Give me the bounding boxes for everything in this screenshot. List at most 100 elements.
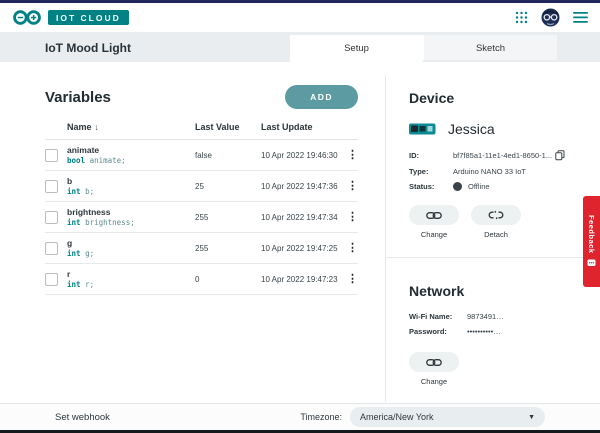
- variable-name: r: [67, 269, 195, 280]
- timezone-label: Timezone:: [300, 412, 342, 422]
- variables-heading: Variables: [45, 89, 111, 106]
- last-update: 10 Apr 2022 19:47:34: [261, 213, 345, 222]
- change-network-button[interactable]: [409, 352, 459, 372]
- user-avatar[interactable]: [541, 8, 560, 27]
- status-badge: Offline: [468, 182, 490, 191]
- main-content: Variables ADD Name↓ Last Value Last Upda…: [0, 62, 600, 402]
- copy-icon[interactable]: [555, 150, 565, 161]
- variable-declaration: r;: [85, 280, 94, 289]
- detach-device-button[interactable]: [471, 205, 521, 225]
- brand: IOT CLOUD: [12, 9, 129, 26]
- last-value: false: [195, 151, 261, 160]
- timezone-value: America/New York: [360, 412, 434, 422]
- wifi-name-value: 9873491…: [467, 312, 504, 321]
- horizontal-divider: [386, 257, 600, 258]
- last-update: 10 Apr 2022 19:47:25: [261, 244, 345, 253]
- device-name: Jessica: [448, 121, 495, 137]
- app-window: IOT CLOUD: [0, 0, 600, 433]
- password-label: Password:: [409, 327, 467, 336]
- variable-type: int: [67, 187, 81, 196]
- timezone-select[interactable]: America/New York ▼: [350, 407, 545, 427]
- table-header: Name↓ Last Value Last Update: [45, 122, 358, 140]
- table-row: animate bool animate; false 10 Apr 2022 …: [45, 140, 358, 171]
- feedback-comment-icon: [587, 259, 596, 268]
- device-id-value: bf7f85a1-11e1-4ed1-8650-1...: [453, 151, 552, 160]
- table-row: r int r; 0 10 Apr 2022 19:47:23 ⋮: [45, 264, 358, 295]
- thing-header: IoT Mood Light Setup Sketch: [0, 32, 600, 62]
- device-status-label: Status:: [409, 182, 453, 191]
- column-name[interactable]: Name: [67, 122, 92, 132]
- top-bar-actions: [515, 8, 588, 27]
- apps-grid-icon[interactable]: [515, 11, 528, 24]
- variable-name: b: [67, 176, 195, 187]
- last-value: 255: [195, 244, 261, 253]
- sort-down-icon: ↓: [95, 122, 99, 132]
- menu-icon[interactable]: [573, 12, 588, 23]
- caret-down-icon: ▼: [528, 414, 535, 421]
- iot-cloud-badge: IOT CLOUD: [48, 10, 129, 25]
- last-update: 10 Apr 2022 19:47:23: [261, 275, 345, 284]
- variable-declaration: animate;: [90, 156, 126, 165]
- link-icon: [426, 211, 442, 220]
- kebab-menu-icon[interactable]: ⋮: [345, 150, 358, 161]
- variable-type: int: [67, 249, 81, 258]
- row-checkbox[interactable]: [45, 242, 58, 255]
- row-checkbox[interactable]: [45, 180, 58, 193]
- detach-device-label: Detach: [484, 230, 508, 239]
- last-update: 10 Apr 2022 19:47:36: [261, 182, 345, 191]
- network-heading: Network: [409, 283, 585, 299]
- network-panel: Network Wi-Fi Name: 9873491… Password: •…: [409, 283, 585, 386]
- table-row: b int b; 25 10 Apr 2022 19:47:36 ⋮: [45, 171, 358, 202]
- link-icon: [426, 358, 442, 367]
- wifi-name-label: Wi-Fi Name:: [409, 312, 467, 321]
- variable-type: int: [67, 280, 81, 289]
- set-webhook-link[interactable]: Set webhook: [55, 412, 110, 423]
- device-id-label: ID:: [409, 151, 453, 160]
- arduino-logo-icon: [12, 9, 42, 26]
- variable-declaration: b;: [85, 187, 94, 196]
- device-heading: Device: [409, 90, 585, 106]
- board-icon: [409, 123, 436, 135]
- add-variable-button[interactable]: ADD: [285, 85, 358, 109]
- feedback-label: Feedback: [587, 215, 596, 254]
- row-checkbox[interactable]: [45, 149, 58, 162]
- kebab-menu-icon[interactable]: ⋮: [345, 212, 358, 223]
- kebab-menu-icon[interactable]: ⋮: [345, 181, 358, 192]
- broken-link-icon: [488, 210, 504, 220]
- tab-bar: Setup Sketch: [290, 35, 557, 62]
- last-value: 255: [195, 213, 261, 222]
- table-row: g int g; 255 10 Apr 2022 19:47:25 ⋮: [45, 233, 358, 264]
- tab-setup[interactable]: Setup: [290, 35, 423, 63]
- change-device-label: Change: [421, 230, 447, 239]
- last-value: 0: [195, 275, 261, 284]
- change-network-label: Change: [421, 377, 447, 386]
- row-checkbox[interactable]: [45, 211, 58, 224]
- kebab-menu-icon[interactable]: ⋮: [345, 274, 358, 285]
- password-value: ••••••••••…: [467, 327, 501, 336]
- column-last-update: Last Update: [261, 122, 345, 132]
- variable-name: g: [67, 238, 195, 249]
- status-offline-dot: [453, 182, 462, 191]
- device-type-label: Type:: [409, 167, 453, 176]
- variable-name: brightness: [67, 207, 195, 218]
- column-last-value: Last Value: [195, 122, 261, 132]
- variable-type: bool: [67, 156, 85, 165]
- tab-sketch[interactable]: Sketch: [423, 35, 557, 60]
- kebab-menu-icon[interactable]: ⋮: [345, 243, 358, 254]
- vertical-divider: [385, 75, 386, 402]
- variable-type: int: [67, 218, 81, 227]
- variable-declaration: brightness;: [85, 218, 135, 227]
- row-checkbox[interactable]: [45, 273, 58, 286]
- last-update: 10 Apr 2022 19:46:30: [261, 151, 345, 160]
- table-row: brightness int brightness; 255 10 Apr 20…: [45, 202, 358, 233]
- variable-name: animate: [67, 145, 195, 156]
- footer-bar: Set webhook Timezone: America/New York ▼: [0, 403, 600, 430]
- feedback-tab[interactable]: Feedback: [583, 196, 600, 287]
- last-value: 25: [195, 182, 261, 191]
- device-panel: Device Jessica ID: bf7f85a1-11e1-4ed1-86…: [409, 90, 585, 239]
- device-type-value: Arduino NANO 33 IoT: [453, 167, 526, 176]
- top-bar: IOT CLOUD: [0, 3, 600, 32]
- page-title: IoT Mood Light: [45, 41, 131, 55]
- variables-panel: Variables ADD Name↓ Last Value Last Upda…: [45, 85, 358, 295]
- change-device-button[interactable]: [409, 205, 459, 225]
